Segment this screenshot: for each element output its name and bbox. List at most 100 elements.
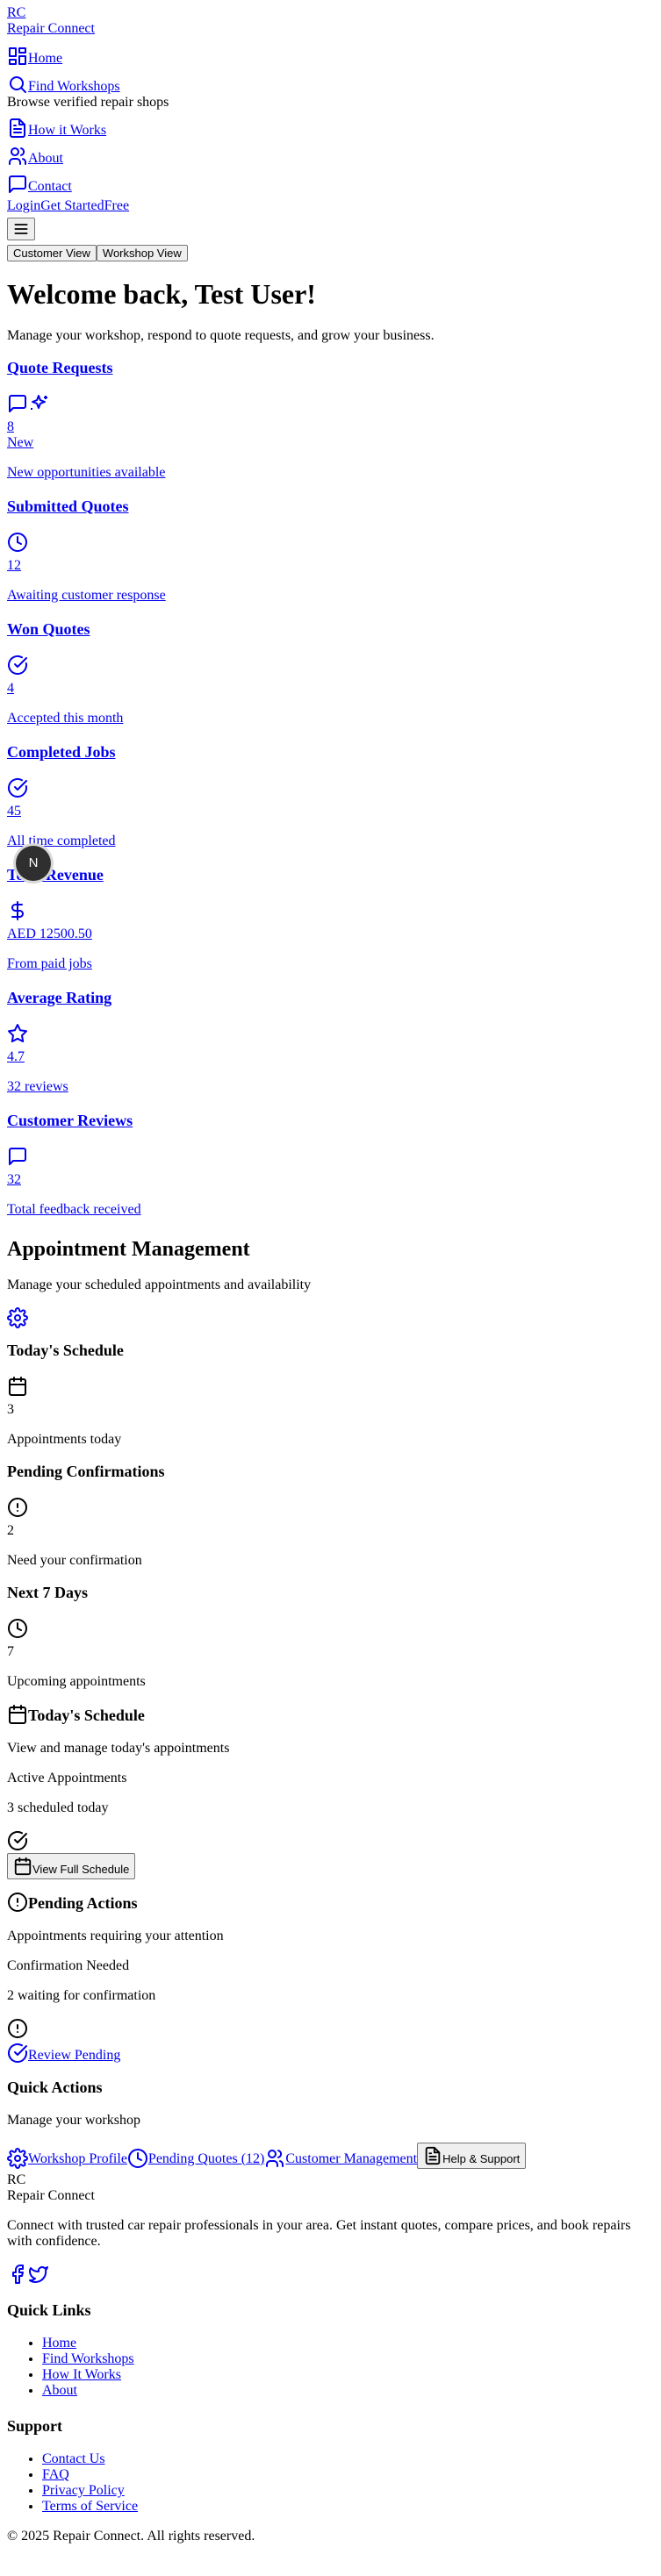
logo-link[interactable]: RC Repair Connect [7, 5, 654, 37]
footer-link-contact-us[interactable]: Contact Us [42, 2451, 105, 2466]
alert-circle-icon [7, 1497, 28, 1518]
footer-logo-mark: RC [7, 2172, 26, 2187]
social-links [7, 2264, 654, 2285]
stat-sub: New opportunities available [7, 465, 166, 480]
logo-mark: RC [7, 5, 26, 20]
stat-card-customer-reviews[interactable]: Customer Reviews 32 Total feedback recei… [7, 1111, 654, 1218]
today-schedule-panel: Today's Schedule View and manage today's… [7, 1704, 654, 1879]
nav-home[interactable]: Home [7, 46, 654, 67]
quick-actions-title: Quick Actions [7, 2079, 103, 2096]
clock-icon [127, 2148, 148, 2169]
view-full-schedule-button[interactable]: View Full Schedule [7, 1853, 136, 1879]
stat-card-average-rating[interactable]: Average Rating 4.7 32 reviews [7, 988, 654, 1095]
stat-sub: Total feedback received [7, 1202, 141, 1217]
copyright: © 2025 Repair Connect. All rights reserv… [7, 2529, 255, 2544]
stat-sub: Accepted this month [7, 711, 124, 726]
appt-card-pending: Pending Confirmations 2 Need your confir… [7, 1462, 654, 1569]
list-item: Contact Us [42, 2451, 654, 2467]
footer-link-privacy-policy[interactable]: Privacy Policy [42, 2483, 125, 2498]
stat-sub: From paid jobs [7, 956, 92, 971]
stat-icons [7, 393, 654, 414]
stat-card-submitted-quotes[interactable]: Submitted Quotes 12 Awaiting customer re… [7, 497, 654, 604]
footer-link-find-workshops[interactable]: Find Workshops [42, 2351, 134, 2366]
customer-management-link[interactable]: Customer Management [264, 2150, 418, 2167]
stat-title: Submitted Quotes [7, 497, 129, 515]
pending-actions-title-text: Pending Actions [28, 1894, 138, 1912]
workshop-view-button[interactable]: Workshop View [96, 245, 188, 261]
stat-title: Completed Jobs [7, 743, 116, 761]
nav-how-it-works[interactable]: How it Works [7, 118, 654, 139]
gear-icon[interactable] [7, 1307, 28, 1328]
help-support-label: Help & Support [442, 2152, 521, 2165]
footer-link-terms[interactable]: Terms of Service [42, 2499, 138, 2514]
appt-card-value: 2 [7, 1523, 14, 1538]
footer-tagline: Connect with trusted car repair professi… [7, 2218, 631, 2249]
layout-grid-icon [7, 46, 28, 67]
search-icon [7, 74, 28, 95]
nav-contact[interactable]: Contact [7, 174, 654, 195]
appt-card-title: Today's Schedule [7, 1342, 124, 1359]
header: RC Repair Connect Home Find Workshops Br… [7, 5, 654, 261]
calendar-icon [13, 1857, 32, 1876]
facebook-link[interactable] [7, 2265, 28, 2284]
stat-title: Average Rating [7, 989, 112, 1006]
nav-how-it-works-label: How it Works [28, 123, 107, 138]
appt-card-icons [7, 1376, 654, 1397]
pending-actions-status [7, 2018, 654, 2039]
settings-icon-wrap[interactable] [7, 1307, 654, 1328]
login-link[interactable]: Login [7, 198, 40, 213]
facebook-icon [7, 2264, 28, 2285]
stat-icons [7, 655, 654, 676]
stat-icons [7, 532, 654, 553]
appt-card-icons [7, 1618, 654, 1639]
appt-card-sub: Upcoming appointments [7, 1674, 146, 1689]
nav-about[interactable]: About [7, 146, 654, 167]
stat-icons [7, 900, 654, 921]
today-schedule-title: Today's Schedule [7, 1704, 654, 1725]
stat-value: 45 [7, 804, 21, 819]
nav-find-workshops[interactable]: Find Workshops [7, 74, 654, 95]
avatar[interactable]: N [16, 846, 51, 881]
footer-link-faq[interactable]: FAQ [42, 2467, 69, 2482]
pending-quotes-link[interactable]: Pending Quotes (12) [127, 2148, 264, 2169]
appt-card-next-7-days: Next 7 Days 7 Upcoming appointments [7, 1583, 654, 1690]
twitter-icon [28, 2264, 49, 2285]
stat-card-total-revenue[interactable]: Total Revenue AED 12500.50 From paid job… [7, 865, 654, 972]
check-circle-icon [7, 1830, 28, 1851]
pending-actions-desc: Appointments requiring your attention [7, 1928, 224, 1943]
footer-link-how-it-works[interactable]: How It Works [42, 2367, 121, 2382]
stat-card-quote-requests[interactable]: Quote Requests 8 New New opportunities a… [7, 358, 654, 481]
menu-button[interactable] [7, 218, 35, 240]
alert-circle-icon [7, 1892, 28, 1913]
stat-title: Customer Reviews [7, 1112, 133, 1129]
customer-management-label: Customer Management [285, 2151, 418, 2166]
menu-icon [11, 220, 31, 238]
stat-badge: New [7, 435, 34, 450]
list-item: How It Works [42, 2367, 654, 2383]
help-support-button[interactable]: Help & Support [417, 2143, 527, 2169]
message-square-icon [7, 174, 28, 195]
list-item: Home [42, 2336, 654, 2351]
stat-sub: Awaiting customer response [7, 588, 166, 603]
stat-icons [7, 1023, 654, 1044]
footer-link-home[interactable]: Home [42, 2336, 76, 2351]
workshop-profile-link[interactable]: Workshop Profile [7, 2148, 127, 2169]
appt-card-today: Today's Schedule 3 Appointments today [7, 1341, 654, 1448]
appt-card-sub: Appointments today [7, 1432, 122, 1447]
check-circle-icon [7, 655, 28, 676]
stat-sub: All time completed [7, 834, 116, 848]
get-started-link[interactable]: Get StartedFree [40, 198, 129, 213]
footer-link-about[interactable]: About [42, 2383, 77, 2398]
review-pending-link[interactable]: Review Pending [7, 2043, 120, 2064]
stat-card-won-quotes[interactable]: Won Quotes 4 Accepted this month [7, 619, 654, 726]
stat-card-completed-jobs[interactable]: Completed Jobs 45 All time completed [7, 742, 654, 849]
customer-view-button[interactable]: Customer View [7, 245, 97, 261]
file-text-icon [423, 2146, 442, 2165]
appt-card-value: 3 [7, 1402, 14, 1417]
check-circle-icon [7, 777, 28, 798]
view-toggle: Customer View Workshop View [7, 245, 654, 261]
review-pending-label: Review Pending [28, 2048, 121, 2063]
twitter-link[interactable] [28, 2266, 49, 2284]
file-text-icon [7, 118, 28, 139]
page-subtitle: Manage your workshop, respond to quote r… [7, 328, 435, 343]
